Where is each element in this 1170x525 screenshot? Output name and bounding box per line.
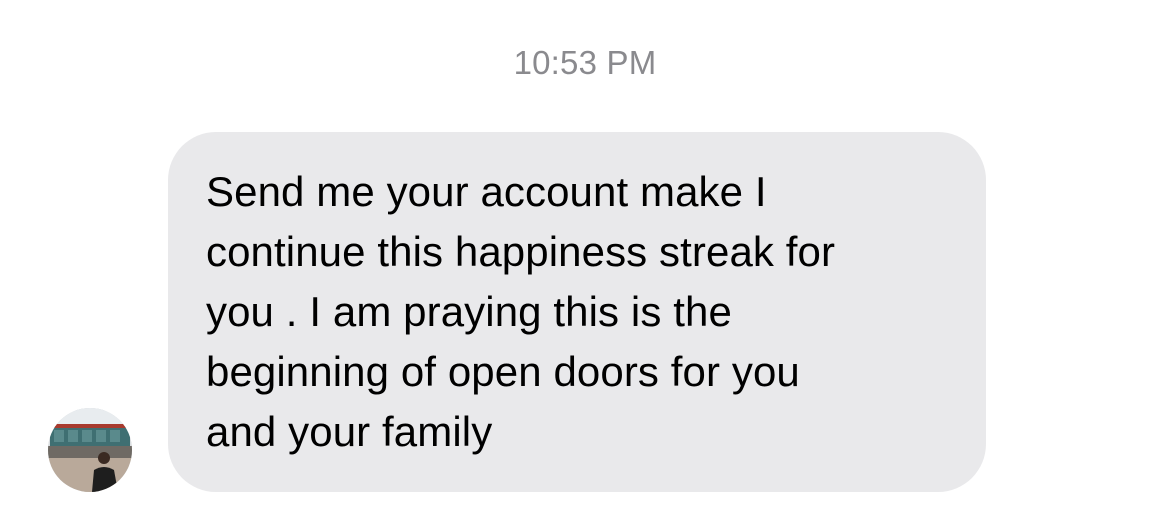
incoming-message-row: Send me your account make I continue thi… (0, 0, 1170, 525)
avatar-photo-icon (48, 408, 132, 492)
sender-avatar[interactable] (48, 408, 132, 492)
message-bubble[interactable]: Send me your account make I continue thi… (168, 132, 986, 492)
message-text: Send me your account make I continue thi… (206, 168, 836, 455)
